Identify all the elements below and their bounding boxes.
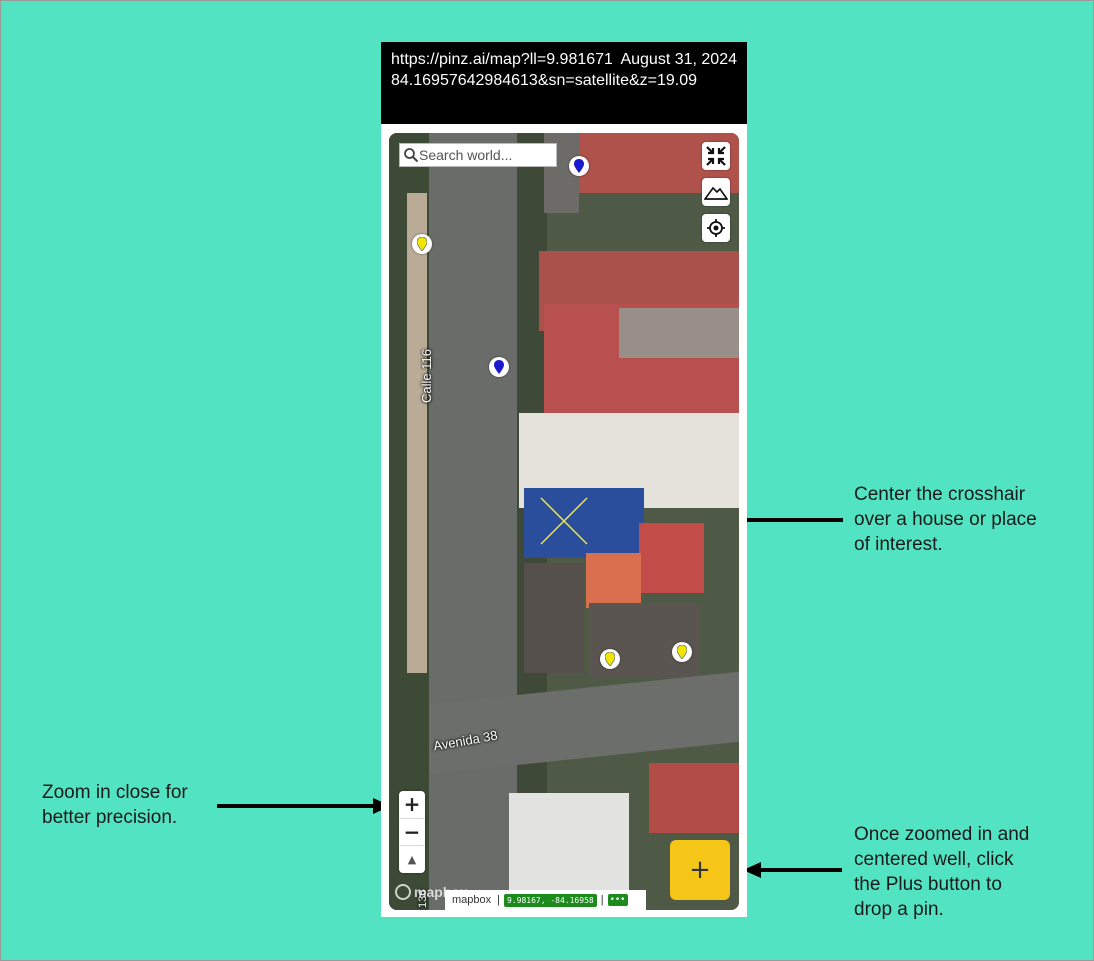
annotation-line: the Plus button to — [854, 874, 1002, 895]
annotation-line: Zoom in close for — [42, 782, 188, 803]
annotation-line: drop a pin. — [854, 899, 944, 920]
zoom-in-button[interactable]: + — [399, 791, 425, 819]
annotation-line: Once zoomed in and — [854, 824, 1030, 845]
zoom-controls: + − ▲ — [399, 791, 425, 873]
map-sidewalk — [407, 193, 427, 673]
plus-arrow — [743, 862, 842, 878]
map-roof-dark — [524, 563, 584, 673]
zoom-arrow — [217, 798, 391, 814]
attribution-link[interactable]: mapbox — [452, 894, 491, 906]
search-box[interactable] — [399, 143, 557, 167]
terrain-icon — [704, 186, 728, 200]
capture-date: August 31, 2024 — [612, 49, 737, 70]
add-pin-button[interactable]: + — [670, 840, 730, 900]
crosshair-icon — [540, 497, 588, 545]
search-input[interactable] — [419, 147, 549, 163]
zoom-annotation: Zoom in close for better precision. — [42, 780, 188, 830]
map-pin-icon — [417, 237, 427, 251]
map-roof-red-bottom — [649, 763, 739, 833]
coordinates-readout: 9.98167, -84.16958 — [504, 893, 597, 907]
collapse-button[interactable] — [702, 142, 730, 170]
compass-button[interactable]: ▲ — [399, 846, 425, 873]
terrain-button[interactable] — [702, 178, 730, 206]
browser-url-bar: https://pinz.ai/map?ll=9.98167184339762%… — [381, 42, 747, 124]
map-road-calle-116 — [429, 133, 517, 910]
attribution-separator: | — [497, 894, 500, 906]
satellite-map[interactable]: Calle 116 Avenida 38 136 Search world...… — [389, 133, 739, 910]
mapbox-logo-icon — [395, 884, 411, 900]
phone-frame: https://pinz.ai/map?ll=9.98167184339762%… — [381, 42, 747, 917]
map-roof-orange — [586, 553, 641, 608]
map-pin-blue[interactable] — [489, 357, 509, 377]
map-pin-icon — [677, 645, 687, 659]
locate-button[interactable] — [702, 214, 730, 242]
map-pin-yellow[interactable] — [672, 642, 692, 662]
map-roof-red-4 — [639, 523, 704, 593]
plus-annotation: Once zoomed in and centered well, click … — [854, 822, 1029, 922]
attribution-separator: | — [600, 894, 604, 906]
annotation-line: better precision. — [42, 807, 178, 828]
more-button[interactable]: ••• — [607, 894, 628, 906]
zoom-out-button[interactable]: − — [399, 819, 425, 847]
attribution-bar: mapbox | 9.98167, -84.16958 | ••• — [445, 890, 646, 910]
annotation-line: centered well, click — [854, 849, 1014, 870]
map-pin-blue[interactable] — [569, 156, 589, 176]
map-pin-icon — [605, 652, 615, 666]
collapse-icon — [706, 146, 726, 166]
annotation-line: of interest. — [854, 534, 943, 555]
map-roof-grey — [619, 308, 739, 358]
map-pin-yellow[interactable] — [600, 649, 620, 669]
street-label-calle-116: Calle 116 — [419, 349, 434, 403]
map-pin-icon — [494, 360, 504, 374]
annotation-line: Center the crosshair — [854, 484, 1026, 505]
annotation-line: over a house or place — [854, 509, 1037, 530]
locate-icon — [707, 219, 725, 237]
crosshair-annotation: Center the crosshair over a house or pla… — [854, 482, 1037, 557]
map-pin-icon — [574, 159, 584, 173]
search-icon — [404, 148, 419, 163]
map-pin-yellow[interactable] — [412, 234, 432, 254]
